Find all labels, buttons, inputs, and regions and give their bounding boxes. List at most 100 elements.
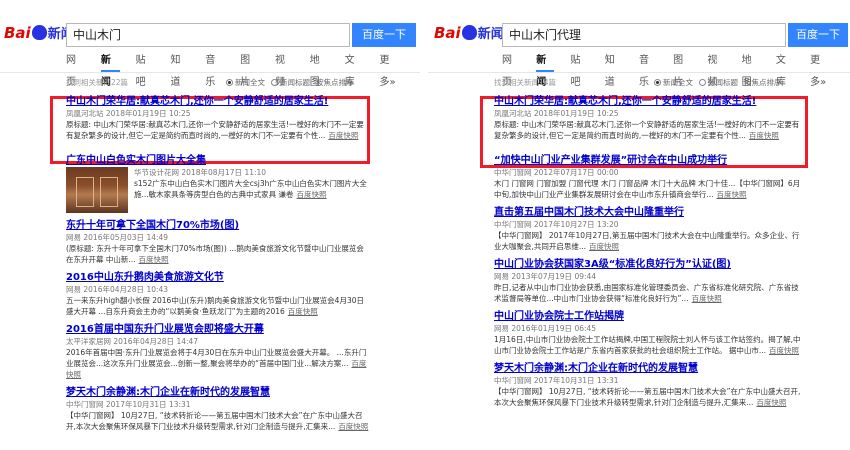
result-meta: 中华门窗网 2012年07月17日 00:00 (494, 168, 619, 177)
snapshot-link[interactable]: 百度快照 (717, 190, 747, 199)
result-meta: 太平洋家居网 2016年04月28日 14:47 (66, 337, 199, 346)
result-meta: 中华门窗网 2017年10月27日 13:20 (494, 220, 619, 229)
result-snippet: 木门 门窗网 门窗加盟 门窗代理 木门 门窗品牌 木门十大品牌 木门十佳...【… (494, 179, 801, 199)
radio-fulltext[interactable] (654, 79, 661, 86)
tab-video[interactable]: 视频 (275, 50, 294, 88)
snapshot-link[interactable]: 百度快照 (769, 346, 799, 355)
tab-tieba[interactable]: 贴吧 (136, 50, 155, 88)
search-input[interactable]: 中山木门代理 (502, 23, 786, 47)
search-header: Bai 新闻 中山木门代理 百度一下 (428, 16, 850, 50)
result-meta: 网易 2016年01月19日 06:45 (494, 324, 597, 333)
snapshot-link[interactable]: 百度快照 (692, 294, 722, 303)
result-title[interactable]: “加快中山门业产业集群发展”研讨会在中山成功举行 (494, 155, 806, 166)
radio-fulltext[interactable] (226, 79, 233, 86)
result-title[interactable]: 中山门业协会获国家3A级“标准化良好行为”认证(图) (494, 259, 806, 270)
snapshot-link[interactable]: 百度快照 (338, 422, 368, 431)
tab-more[interactable]: 更多» (379, 50, 404, 88)
list-item: 2016首届中国东升门业展览会即将盛大开幕 太平洋家居网 2016年04月28日… (66, 324, 370, 380)
result-title[interactable]: 中山门业协会院士工作站揭牌 (494, 311, 806, 322)
tab-music[interactable]: 音乐 (639, 50, 657, 88)
tab-music[interactable]: 音乐 (205, 50, 224, 88)
snapshot-link[interactable]: 百度快照 (589, 242, 619, 251)
tab-news[interactable]: 新闻 (536, 50, 555, 88)
list-item: 梦天木门余静渊:木门企业在新时代的发展智慧 中华门窗网 2017年10月31日 … (494, 363, 806, 408)
list-item: 2016中山东升鹅肉美食旅游文化节 网易 2016年04月28日 10:43 五… (66, 272, 370, 317)
tab-wenku[interactable]: 文库 (776, 50, 794, 88)
filter-options: 新闻全文 新闻标题 按焦点排序 (654, 77, 782, 88)
sort-select[interactable]: 按焦点排序 (316, 77, 354, 88)
result-title[interactable]: 中山木门荣华居:献真芯木门,还你一个安静舒适的居家生活! (66, 96, 370, 107)
result-meta: 中华门窗网 2017年10月31日 13:31 (494, 376, 619, 385)
tab-images[interactable]: 图片 (240, 50, 259, 88)
tab-news[interactable]: 新闻 (100, 50, 120, 88)
tab-tieba[interactable]: 贴吧 (570, 50, 588, 88)
result-snippet: 【中华门窗网】 10月27日, “技术转折论——第五届中国木门技术大会”在广东中… (66, 411, 363, 431)
tab-video[interactable]: 视频 (707, 50, 725, 88)
search-button[interactable]: 百度一下 (352, 23, 416, 47)
result-count-row: 找到相关新闻14篇 新闻全文 新闻标题 按焦点排序 (428, 77, 850, 91)
result-title[interactable]: 梦天木门余静渊:木门企业在新时代的发展智慧 (494, 363, 806, 374)
nav-tabs: 网页 新闻 贴吧 知道 音乐 图片 视频 地图 文库 更多» (428, 50, 850, 88)
baidu-news-logo[interactable]: Bai 新闻 (4, 23, 74, 43)
radio-title[interactable] (699, 79, 706, 86)
result-snippet: 【中华门窗网】 2017年10月27日,第五届中国木门技术大会在中山隆重举行。众… (494, 231, 800, 251)
tab-more[interactable]: 更多» (810, 50, 834, 88)
list-item: 广东中山白色实木门图片大全集 华节设计花网 2018年08月17日 11:10 … (66, 155, 370, 213)
result-meta: 凤凰河北站 2018年01月19日 10:25 (66, 109, 191, 118)
tab-zhidao[interactable]: 知道 (605, 50, 623, 88)
snapshot-link[interactable]: 百度快照 (756, 398, 786, 407)
result-meta: 网易 2016年04月28日 10:43 (66, 285, 169, 294)
result-title[interactable]: 2016中山东升鹅肉美食旅游文化节 (66, 272, 370, 283)
result-title[interactable]: 广东中山白色实木门图片大全集 (66, 155, 370, 166)
sort-select[interactable]: 按焦点排序 (744, 77, 782, 88)
search-input[interactable]: 中山木门 (66, 23, 350, 47)
tab-web[interactable]: 网页 (502, 50, 520, 88)
result-count: 找到相关新闻14篇 (494, 78, 557, 87)
nav-tabs: 网页 新闻 贴吧 知道 音乐 图片 视频 地图 文库 更多» (0, 50, 420, 88)
result-snippet: (原标题: 东升十年可拿下全国木门70%市场(图)) ...鹅肉美食旅游文化节暨… (66, 244, 364, 264)
result-snippet: 2016年首届中国·东升门业展览会将于4月30日在东升中山门业展览会盛大开幕。 … (66, 348, 367, 368)
results-list: 中山木门荣华居:献真芯木门,还你一个安静舒适的居家生活! 凤凰河北站 2018年… (0, 96, 420, 439)
snapshot-link[interactable]: 百度快照 (749, 131, 779, 140)
result-title[interactable]: 直击第五届中国木门技术大会中山隆重举行 (494, 207, 806, 218)
paw-icon (31, 25, 47, 40)
door-thumbnail[interactable] (66, 167, 128, 213)
results-list: 中山木门荣华居:献真芯木门,还你一个安静舒适的居家生活! 凤凰河北站 2018年… (428, 96, 850, 415)
list-item: 直击第五届中国木门技术大会中山隆重举行 中华门窗网 2017年10月27日 13… (494, 207, 806, 252)
search-button[interactable]: 百度一下 (788, 23, 848, 47)
result-title[interactable]: 东升十年可拿下全国木门70%市场(图) (66, 220, 370, 231)
snapshot-link[interactable]: 百度快照 (328, 131, 358, 140)
snapshot-link[interactable]: 百度快照 (139, 255, 169, 264)
search-header: Bai 新闻 中山木门 百度一下 (0, 16, 420, 50)
left-search-panel: Bai 新闻 中山木门 百度一下 网页 新闻 贴吧 知道 音乐 图片 视频 地图… (0, 16, 420, 446)
result-snippet: 原标题: 中山木门荣华居:献真芯木门,还你一个安静舒适的居家生活!一樘好的木门不… (66, 120, 364, 140)
result-count-row: 找到相关新闻22篇 新闻全文 新闻标题 按焦点排序 (0, 77, 420, 91)
result-count: 找到相关新闻22篇 (66, 78, 129, 87)
list-item: 中山木门荣华居:献真芯木门,还你一个安静舒适的居家生活! 凤凰河北站 2018年… (494, 96, 806, 141)
paw-icon (461, 25, 477, 40)
result-meta: 网易 2016年05月03日 14:49 (66, 233, 169, 242)
tab-zhidao[interactable]: 知道 (170, 50, 189, 88)
list-item: 梦天木门余静渊:木门企业在新时代的发展智慧 中华门窗网 2017年10月31日 … (66, 387, 370, 432)
tab-images[interactable]: 图片 (673, 50, 691, 88)
tab-map[interactable]: 地图 (310, 50, 329, 88)
tab-wenku[interactable]: 文库 (345, 50, 364, 88)
result-title[interactable]: 2016首届中国东升门业展览会即将盛大开幕 (66, 324, 370, 335)
result-title[interactable]: 中山木门荣华居:献真芯木门,还你一个安静舒适的居家生活! (494, 96, 806, 107)
baidu-news-logo[interactable]: Bai 新闻 (434, 23, 504, 43)
divider (0, 72, 420, 73)
result-meta: 网易 2013年07月19日 09:44 (494, 272, 597, 281)
list-item: 东升十年可拿下全国木门70%市场(图) 网易 2016年05月03日 14:49… (66, 220, 370, 265)
result-meta: 中华门窗网 2017年10月31日 13:31 (66, 400, 191, 409)
radio-title[interactable] (271, 79, 278, 86)
result-snippet: 五一来东升high翻小长假 2016中山(东升)鹅肉美食旅游文化节暨中山门业展览… (66, 296, 364, 316)
tab-map[interactable]: 地图 (742, 50, 760, 88)
tab-web[interactable]: 网页 (66, 50, 85, 88)
result-title[interactable]: 梦天木门余静渊:木门企业在新时代的发展智慧 (66, 387, 370, 398)
result-meta: 华节设计花网 2018年08月17日 11:10 (134, 168, 267, 177)
list-item: 中山门业协会院士工作站揭牌 网易 2016年01月19日 06:45 1月16日… (494, 311, 806, 356)
result-snippet: s152广东中山白色实木门图片大全csj3h广东中山白色实木门图片大全 施...… (134, 179, 367, 199)
snapshot-link[interactable]: 百度快照 (288, 307, 318, 316)
snapshot-link[interactable]: 百度快照 (297, 190, 327, 199)
divider (428, 72, 850, 73)
